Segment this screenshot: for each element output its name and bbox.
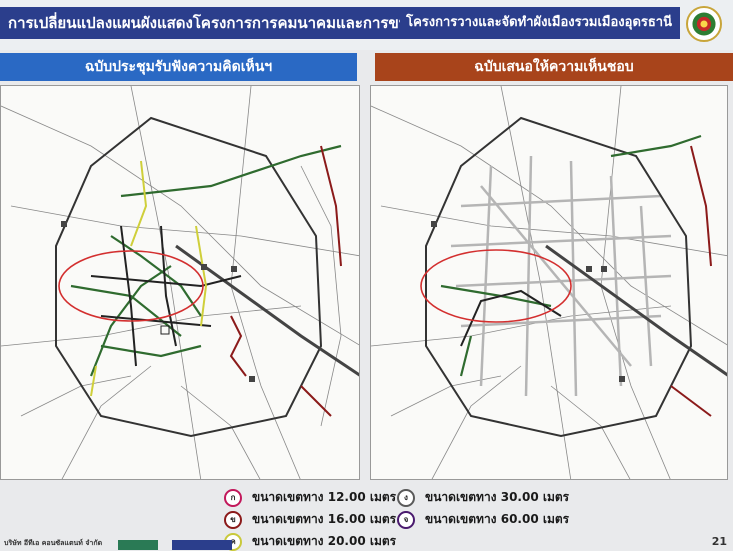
legend-label: ขนาดเขตทาง 16.00 เมตร bbox=[252, 512, 397, 526]
legend-badge: จ bbox=[397, 510, 415, 529]
legend-badge: ก bbox=[224, 488, 242, 507]
page-title: การเปลี่ยนแปลงแผนผังแสดงโครงการการคมนาคม… bbox=[0, 7, 400, 39]
project-name: โครงการวางและจัดทำผังเมืองรวมเมืองอุดรธา… bbox=[400, 7, 680, 39]
footer-color-strip bbox=[172, 540, 232, 550]
right-pane-title: ฉบับเสนอให้ความเห็นชอบ bbox=[375, 53, 733, 81]
legend-item: จ ขนาดเขตทาง 60.00 เมตร bbox=[397, 510, 569, 529]
legend-item: ง ขนาดเขตทาง 30.00 เมตร bbox=[397, 488, 569, 507]
legend: ก ขนาดเขตทาง 12.00 เมตร ข ขนาดเขตทาง 16.… bbox=[0, 484, 733, 551]
legend-label: ขนาดเขตทาง 20.00 เมตร bbox=[252, 534, 397, 548]
legend-label: ขนาดเขตทาง 60.00 เมตร bbox=[425, 512, 570, 526]
footer-color-strip bbox=[118, 540, 158, 550]
map-hearing-version bbox=[0, 85, 360, 480]
legend-badge: ง bbox=[397, 488, 415, 507]
page-number: 21 bbox=[711, 535, 727, 548]
left-pane-title: ฉบับประชุมรับฟังความคิดเห็นฯ bbox=[0, 53, 357, 81]
header: การเปลี่ยนแปลงแผนผังแสดงโครงการการคมนาคม… bbox=[0, 0, 733, 50]
city-seal-logo bbox=[686, 6, 722, 42]
legend-item: ก ขนาดเขตทาง 12.00 เมตร bbox=[224, 488, 396, 507]
legend-label: ขนาดเขตทาง 30.00 เมตร bbox=[425, 490, 570, 504]
legend-badge: ข bbox=[224, 510, 242, 529]
legend-item: ค ขนาดเขตทาง 20.00 เมตร bbox=[224, 532, 396, 551]
legend-item: ข ขนาดเขตทาง 16.00 เมตร bbox=[224, 510, 396, 529]
company-logo-text: บริษัท อีทีเอ คอนซัลแตนท์ จำกัด bbox=[4, 539, 103, 547]
map-approval-version bbox=[370, 85, 728, 480]
legend-label: ขนาดเขตทาง 12.00 เมตร bbox=[252, 490, 397, 504]
